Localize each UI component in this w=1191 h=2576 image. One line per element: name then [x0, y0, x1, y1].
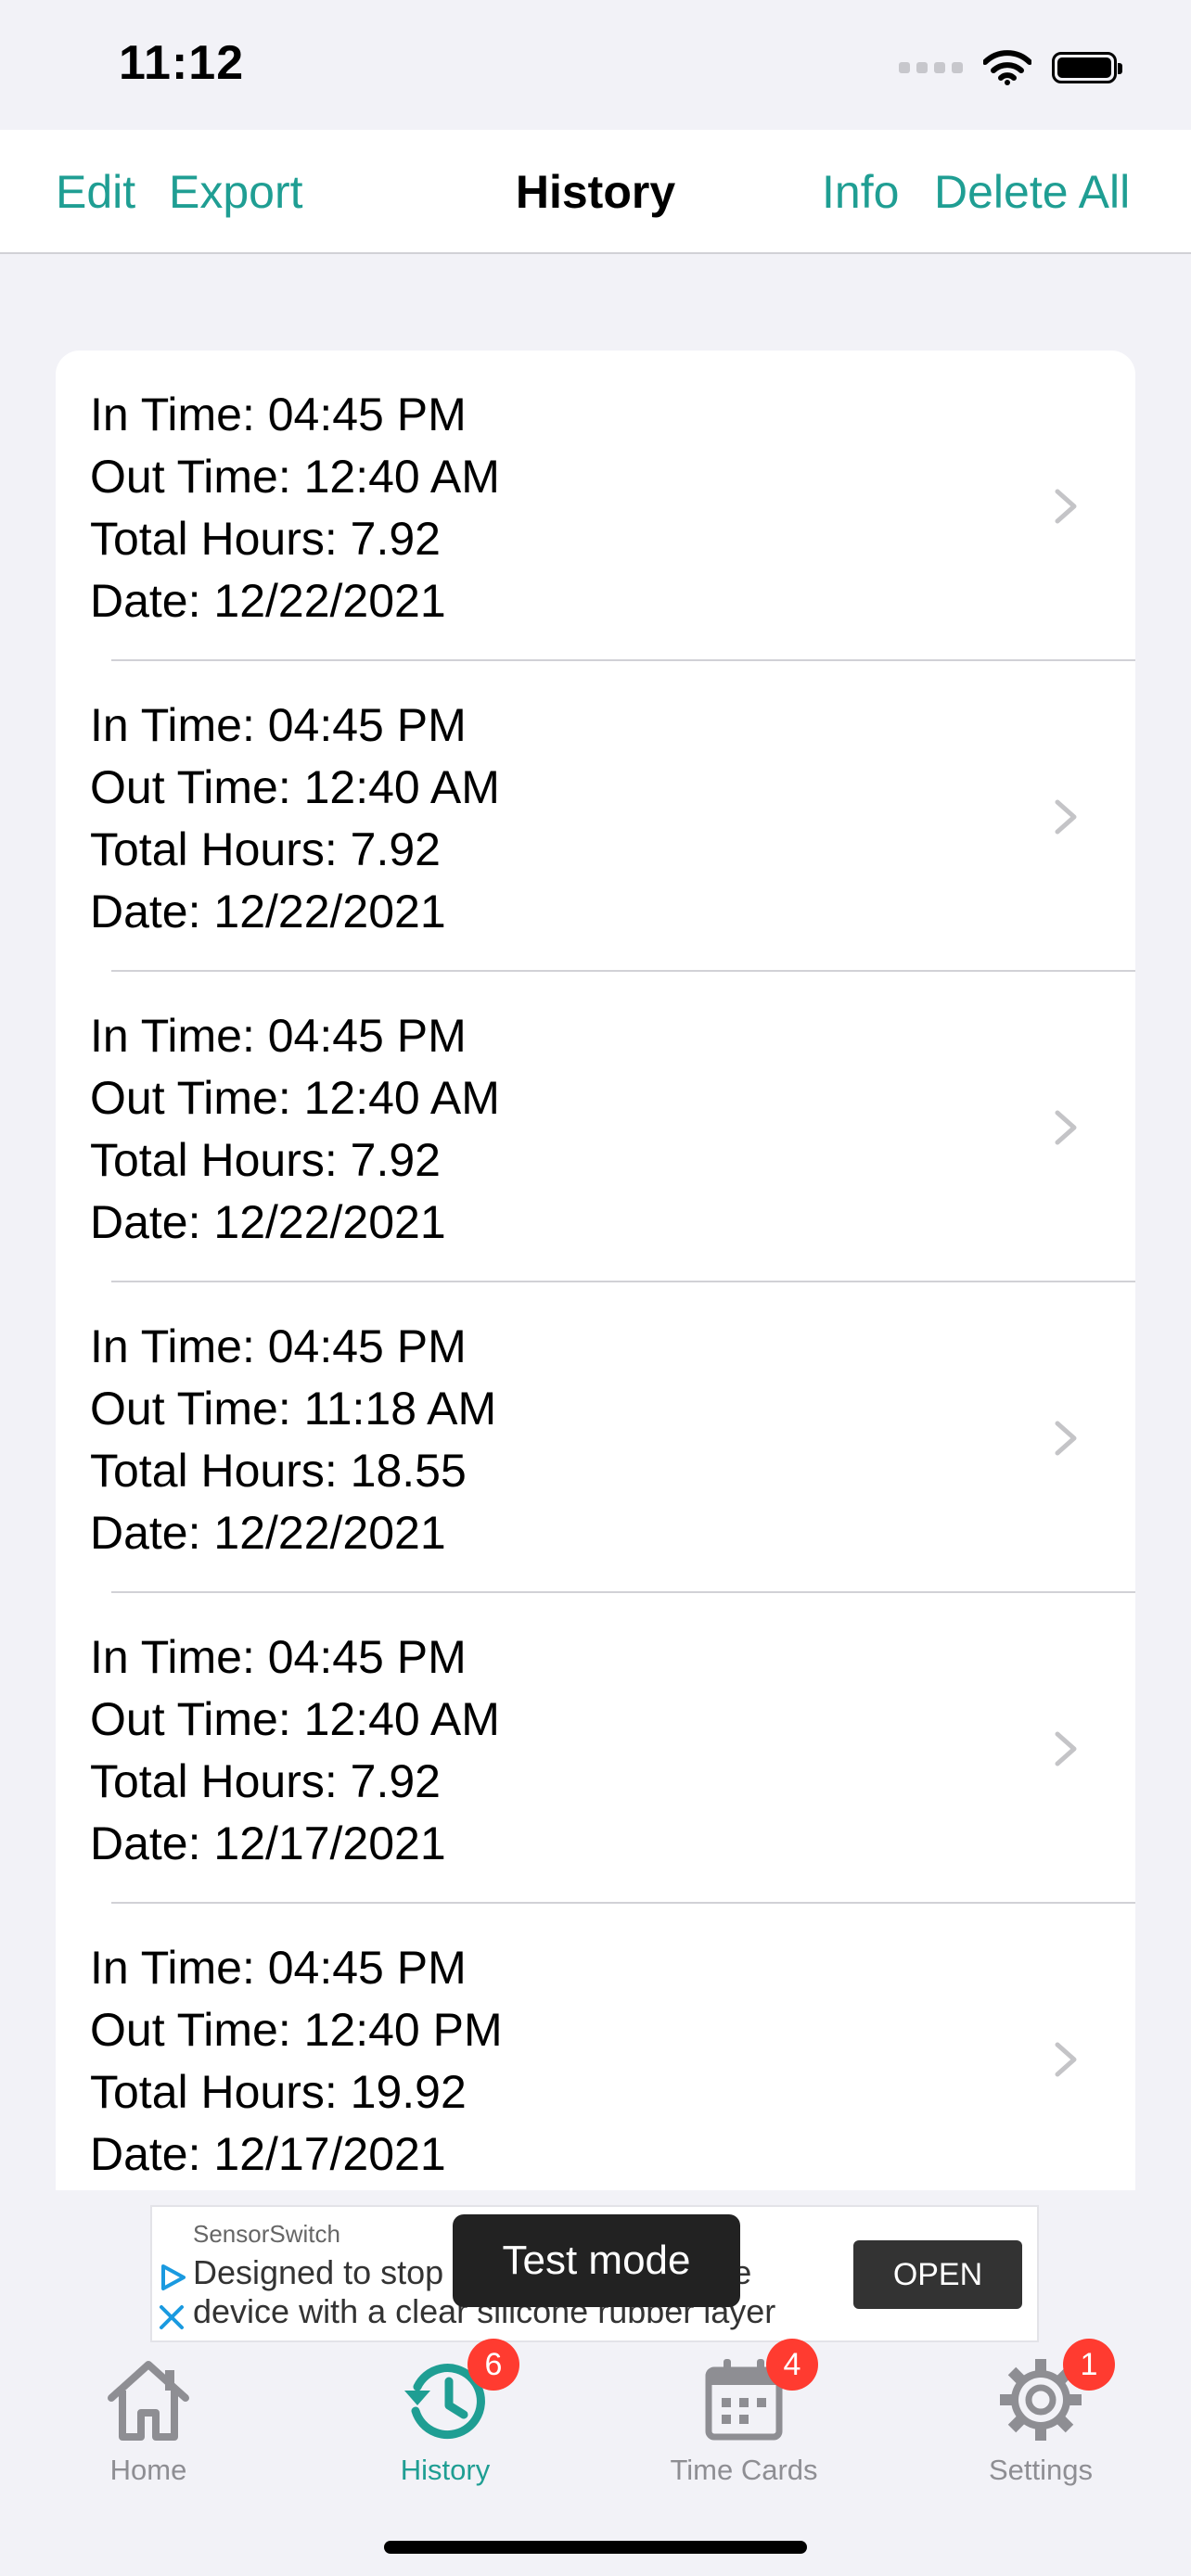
history-list: In Time: 04:45 PM Out Time: 12:40 AM Tot…	[56, 351, 1135, 2190]
tab-label: History	[400, 2454, 491, 2486]
battery-icon	[1052, 52, 1122, 83]
total-hours: Total Hours: 7.92	[90, 1134, 441, 1186]
ad-choices-icon[interactable]	[158, 2263, 187, 2292]
gear-icon: 1	[994, 2339, 1115, 2446]
total-hours: Total Hours: 19.92	[90, 2066, 467, 2118]
total-hours: Total Hours: 7.92	[90, 823, 441, 875]
chevron-right-icon	[1055, 2042, 1077, 2076]
in-time: In Time: 04:45 PM	[90, 1942, 467, 1994]
out-time: Out Time: 12:40 AM	[90, 1693, 500, 1745]
in-time: In Time: 04:45 PM	[90, 1631, 467, 1683]
total-hours: Total Hours: 7.92	[90, 513, 441, 565]
export-button[interactable]: Export	[169, 165, 303, 219]
tab-home[interactable]: Home	[56, 2353, 241, 2487]
time-cards-badge: 4	[766, 2339, 818, 2391]
tab-label: Settings	[988, 2454, 1093, 2486]
calendar-icon: 4	[698, 2339, 818, 2446]
chevron-right-icon	[1055, 1731, 1077, 1766]
history-row[interactable]: In Time: 04:45 PM Out Time: 11:18 AM Tot…	[56, 1282, 1135, 1593]
info-button[interactable]: Info	[822, 165, 899, 219]
wifi-icon	[983, 50, 1031, 85]
tab-time-cards[interactable]: 4 Time Cards	[651, 2339, 837, 2487]
date: Date: 12/22/2021	[90, 575, 446, 627]
settings-badge: 1	[1063, 2339, 1115, 2391]
out-time: Out Time: 11:18 AM	[90, 1383, 497, 1435]
ad-close-icon[interactable]	[158, 2303, 186, 2331]
out-time: Out Time: 12:40 PM	[90, 2004, 503, 2056]
navigation-bar: History Edit Export Info Delete All	[0, 130, 1191, 254]
status-bar: 11:12	[0, 0, 1191, 130]
history-row[interactable]: In Time: 04:45 PM Out Time: 12:40 PM Tot…	[56, 1904, 1135, 2190]
chevron-right-icon	[1055, 799, 1077, 834]
date: Date: 12/17/2021	[90, 1817, 446, 1869]
status-time: 11:12	[119, 36, 245, 90]
delete-all-button[interactable]: Delete All	[934, 165, 1130, 219]
date: Date: 12/22/2021	[90, 1196, 446, 1248]
history-badge: 6	[467, 2339, 519, 2391]
chevron-right-icon	[1055, 1110, 1077, 1144]
total-hours: Total Hours: 7.92	[90, 1755, 441, 1807]
ad-open-button[interactable]: OPEN	[853, 2240, 1022, 2309]
total-hours: Total Hours: 18.55	[90, 1445, 467, 1497]
history-row[interactable]: In Time: 04:45 PM Out Time: 12:40 AM Tot…	[56, 1593, 1135, 1904]
history-row[interactable]: In Time: 04:45 PM Out Time: 12:40 AM Tot…	[56, 661, 1135, 972]
out-time: Out Time: 12:40 AM	[90, 761, 500, 813]
date: Date: 12/22/2021	[90, 886, 446, 937]
ad-brand: SensorSwitch	[193, 2220, 340, 2248]
chevron-right-icon	[1055, 489, 1077, 523]
tab-label: Time Cards	[670, 2454, 818, 2486]
in-time: In Time: 04:45 PM	[90, 389, 467, 440]
chevron-right-icon	[1055, 1421, 1077, 1455]
cellular-signal-icon	[899, 62, 963, 73]
tab-settings[interactable]: 1 Settings	[948, 2339, 1133, 2487]
in-time: In Time: 04:45 PM	[90, 1010, 467, 1062]
date: Date: 12/17/2021	[90, 2128, 446, 2180]
out-time: Out Time: 12:40 AM	[90, 1072, 500, 1124]
in-time: In Time: 04:45 PM	[90, 1320, 467, 1372]
history-clock-icon: 6	[399, 2339, 519, 2446]
edit-button[interactable]: Edit	[56, 165, 135, 219]
in-time: In Time: 04:45 PM	[90, 699, 467, 751]
out-time: Out Time: 12:40 AM	[90, 451, 500, 503]
tab-history[interactable]: 6 History	[352, 2339, 538, 2487]
home-indicator	[384, 2541, 807, 2554]
test-mode-label: Test mode	[453, 2214, 740, 2307]
tab-label: Home	[109, 2454, 187, 2486]
history-row[interactable]: In Time: 04:45 PM Out Time: 12:40 AM Tot…	[56, 351, 1135, 661]
date: Date: 12/22/2021	[90, 1507, 446, 1559]
status-icons	[899, 45, 1122, 91]
house-icon	[102, 2353, 195, 2446]
history-row[interactable]: In Time: 04:45 PM Out Time: 12:40 AM Tot…	[56, 972, 1135, 1282]
